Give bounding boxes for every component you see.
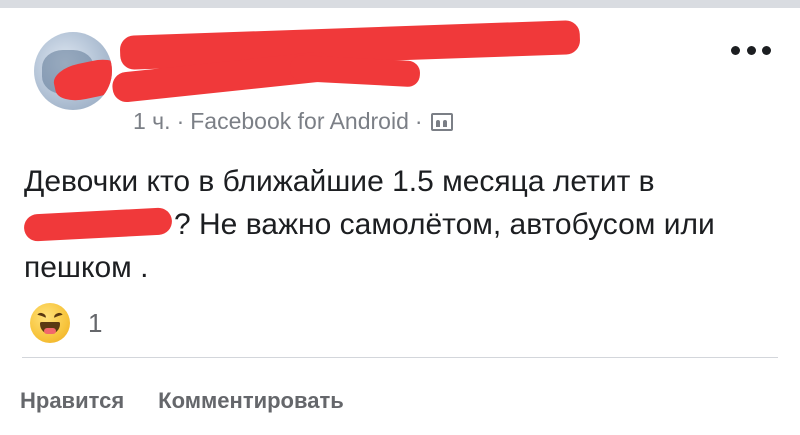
post-text-line-3: пешком .: [24, 251, 149, 284]
meta-separator: ·: [414, 108, 423, 134]
comment-button[interactable]: Комментировать: [158, 388, 344, 414]
post-source: Facebook for Android: [190, 108, 409, 134]
friends-icon[interactable]: [430, 112, 453, 131]
author-name-area[interactable]: [111, 18, 590, 108]
more-dot-icon: [762, 45, 771, 55]
top-strip: [0, 0, 800, 8]
more-dot-icon: [731, 45, 740, 55]
reaction-count: 1: [88, 307, 103, 338]
post-actions: Нравится Комментировать: [20, 388, 378, 414]
post-time[interactable]: 1 ч.: [133, 108, 171, 135]
meta-separator: ·: [176, 108, 185, 134]
post-meta: 1 ч. · Facebook for Android ·: [133, 108, 453, 135]
post-text-line-1: Девочки кто в ближайшие 1.5 месяца летит…: [24, 165, 655, 198]
more-options-button[interactable]: [731, 40, 771, 60]
more-dot-icon: [746, 45, 756, 55]
post-text-redaction: [23, 207, 173, 242]
reactions-summary[interactable]: 1: [30, 303, 102, 343]
haha-icon: [30, 303, 70, 343]
divider: [22, 357, 778, 358]
post-text-line-2: ? Не важно самолётом, автобусом или: [23, 203, 764, 246]
post-body: Девочки кто в ближайшие 1.5 месяца летит…: [23, 160, 764, 289]
author-avatar[interactable]: [34, 32, 112, 110]
post-text-line-2-text: ? Не важно самолётом, автобусом или: [174, 208, 715, 241]
like-button[interactable]: Нравится: [20, 388, 124, 414]
